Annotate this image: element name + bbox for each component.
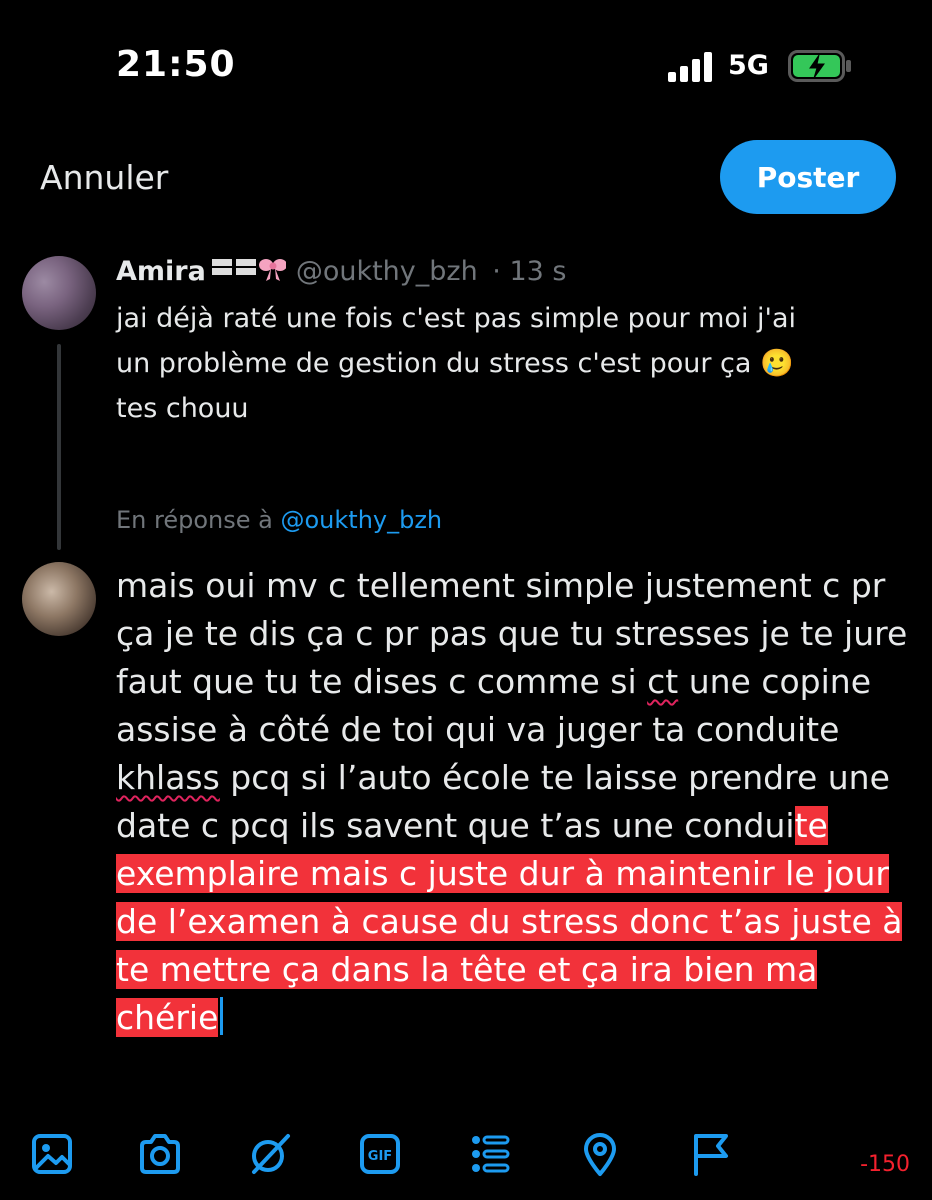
compose-header: Annuler Poster bbox=[0, 140, 932, 220]
author-name: Amira bbox=[116, 256, 206, 287]
original-tweet-text: jai déjà raté une fois c'est pas simple … bbox=[116, 296, 886, 431]
thread-line bbox=[57, 344, 61, 550]
compose-text: pcq si l’auto école te laisse prendre un… bbox=[116, 758, 890, 845]
character-count: -150 bbox=[860, 1152, 910, 1177]
author-handle[interactable]: @oukthy_bzh bbox=[296, 256, 478, 287]
reply-handle-link[interactable]: @oukthy_bzh bbox=[280, 506, 442, 534]
poll-icon[interactable] bbox=[466, 1130, 514, 1178]
svg-text:GIF: GIF bbox=[368, 1149, 392, 1164]
tweet-timestamp: · 13 s bbox=[492, 256, 567, 287]
flags-bow-icon bbox=[211, 259, 287, 281]
clock: 21:50 bbox=[116, 44, 236, 85]
reply-prefix: En réponse à bbox=[116, 506, 273, 534]
network-type: 5G bbox=[728, 50, 769, 81]
compose-textarea[interactable]: mais oui mv c tellement simple justement… bbox=[116, 562, 916, 1042]
avatar-current-user bbox=[22, 562, 96, 636]
compose-toolbar: GIF bbox=[0, 1130, 932, 1190]
original-tweet-line: un problème de gestion du stress c'est p… bbox=[116, 348, 794, 379]
name-emoji-badge bbox=[210, 254, 287, 291]
original-tweet-line: jai déjà raté une fois c'est pas simple … bbox=[116, 303, 797, 334]
reply-context: En réponse à @oukthy_bzh bbox=[116, 506, 442, 534]
original-tweet-line: tes chouu bbox=[116, 393, 249, 424]
original-tweet-header: Amira @oukthy_bzh · 13 s bbox=[116, 254, 566, 291]
signal-icon bbox=[668, 52, 712, 82]
grok-icon[interactable] bbox=[246, 1130, 294, 1178]
status-bar: 21:50 5G bbox=[0, 0, 932, 130]
misspelled-word[interactable]: ct bbox=[647, 662, 678, 701]
gif-icon[interactable]: GIF bbox=[356, 1130, 404, 1178]
image-icon[interactable] bbox=[28, 1130, 76, 1178]
post-button[interactable]: Poster bbox=[720, 140, 896, 214]
camera-icon[interactable] bbox=[136, 1130, 184, 1178]
location-icon[interactable] bbox=[576, 1130, 624, 1178]
battery-charging-icon bbox=[788, 50, 851, 82]
avatar-original-author[interactable] bbox=[22, 256, 96, 330]
text-caret bbox=[220, 997, 224, 1035]
misspelled-word[interactable]: khlass bbox=[116, 758, 220, 797]
cancel-button[interactable]: Annuler bbox=[40, 158, 168, 197]
flag-icon[interactable] bbox=[686, 1130, 734, 1178]
